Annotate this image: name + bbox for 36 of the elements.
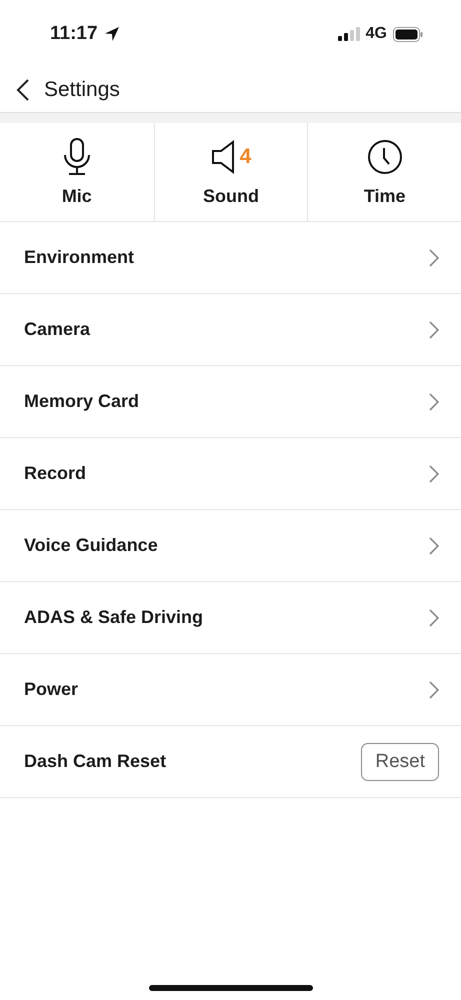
settings-row[interactable]: Camera (0, 294, 461, 366)
settings-row[interactable]: ADAS & Safe Driving (0, 582, 461, 654)
settings-row[interactable]: Memory Card (0, 366, 461, 438)
chevron-right-icon (429, 320, 439, 338)
tile-label: Time (364, 186, 406, 206)
row-label: Camera (24, 319, 90, 340)
location-arrow-icon (104, 26, 120, 42)
volume-value: 4 (240, 144, 252, 168)
tile-label: Sound (202, 186, 259, 206)
row-label: ADAS & Safe Driving (24, 607, 204, 628)
row-label: Environment (24, 247, 134, 268)
settings-row[interactable]: Voice Guidance (0, 510, 461, 582)
page-title: Settings (44, 78, 120, 102)
network-label: 4G (366, 25, 387, 43)
chevron-right-icon (429, 608, 439, 626)
chevron-right-icon (429, 248, 439, 266)
row-label: Memory Card (24, 391, 140, 412)
signal-icon (338, 27, 360, 41)
row-label: Dash Cam Reset (24, 751, 166, 772)
settings-row[interactable]: Environment (0, 222, 461, 294)
row-label: Voice Guidance (24, 535, 158, 556)
clock-icon (366, 138, 403, 174)
speaker-icon (210, 140, 237, 174)
chevron-right-icon (429, 392, 439, 410)
settings-row[interactable]: Record (0, 438, 461, 510)
row-label: Power (24, 679, 78, 700)
row-label: Record (24, 463, 86, 484)
status-time: 11:17 (50, 23, 98, 45)
chevron-right-icon (429, 464, 439, 482)
chevron-right-icon (429, 536, 439, 554)
chevron-right-icon (429, 680, 439, 698)
battery-icon (393, 26, 423, 42)
tile-label: Mic (62, 186, 92, 206)
settings-row[interactable]: Power (0, 654, 461, 726)
reset-button[interactable]: Reset (361, 742, 439, 780)
back-button[interactable] (16, 78, 30, 102)
